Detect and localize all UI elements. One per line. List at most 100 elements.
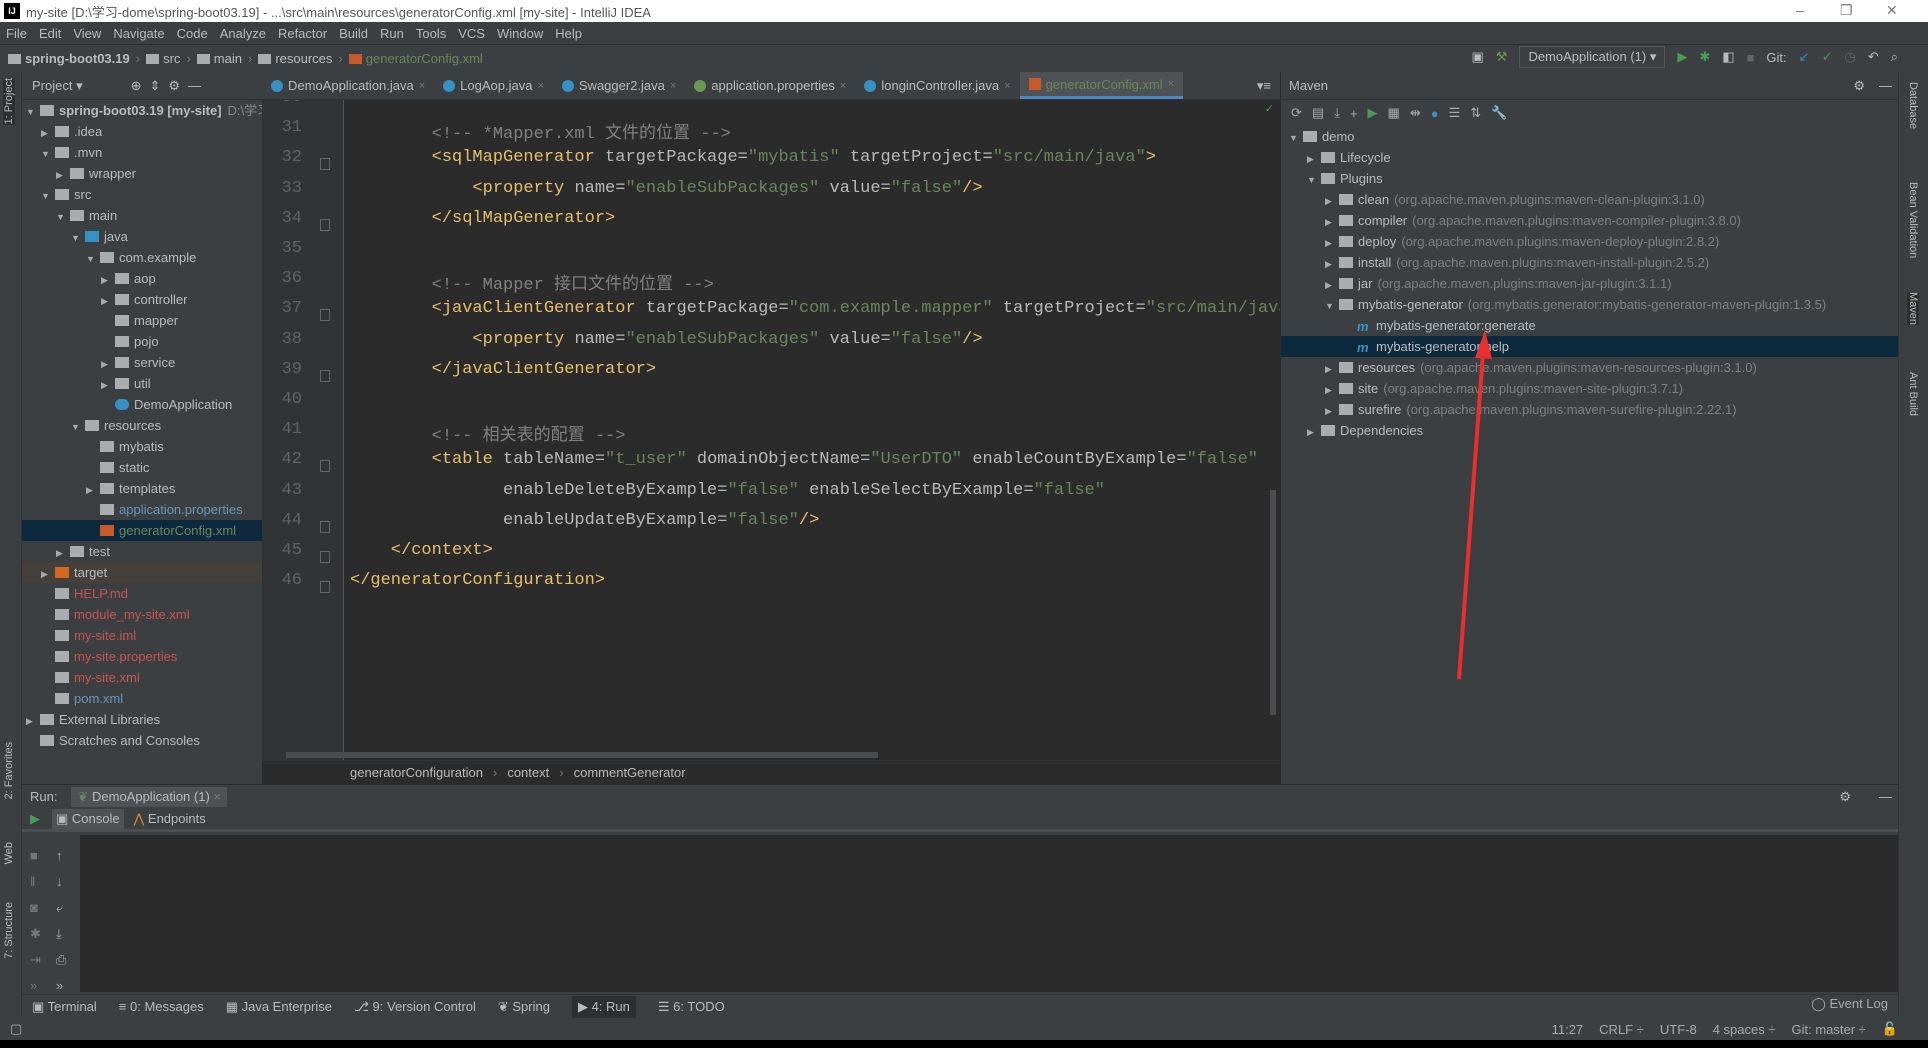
chevron-right-icon[interactable]: ▶ xyxy=(1307,149,1321,170)
tree-item[interactable]: HELP.md xyxy=(22,583,262,604)
minimize-button[interactable]: – xyxy=(1796,2,1804,18)
fold-marker-icon[interactable] xyxy=(320,551,330,563)
download-icon[interactable]: ⤓ xyxy=(1334,105,1340,121)
bottom-tab-4-run[interactable]: ▶ 4: Run xyxy=(571,995,636,1018)
pause-icon[interactable]: ‖ xyxy=(30,869,41,895)
hide-icon[interactable]: — xyxy=(188,78,201,93)
project-view-dropdown[interactable]: Project ▾ xyxy=(32,78,83,94)
git-commit-icon[interactable]: ✓ xyxy=(1822,49,1833,65)
chevron-down-icon[interactable]: ▼ xyxy=(1289,128,1303,149)
build-hammer-icon[interactable]: ⚒ xyxy=(1496,49,1508,65)
tree-item[interactable]: ▶ External Libraries xyxy=(22,709,262,730)
chevron-right-icon[interactable]: ▶ xyxy=(1325,401,1339,422)
generate-sources-icon[interactable]: ▤ xyxy=(1312,105,1324,121)
bottom-tab-6-todo[interactable]: ☰ 6: TODO xyxy=(658,999,725,1015)
chevron-right-icon[interactable]: ▶ xyxy=(1325,233,1339,254)
bottom-tab-spring[interactable]: ❦ Spring xyxy=(498,999,550,1015)
chevron-down-icon[interactable]: ▼ xyxy=(71,417,85,438)
chevron-down-icon[interactable]: ▼ xyxy=(86,249,100,270)
scroll-to-end-icon[interactable]: ⤓ xyxy=(56,921,66,947)
close-tab-icon[interactable]: × xyxy=(1004,80,1010,92)
chevron-right-icon[interactable]: ▶ xyxy=(1325,380,1339,401)
maven-item[interactable]: ▶ clean (org.apache.maven.plugins:maven-cl… xyxy=(1281,189,1898,210)
chevron-right-icon[interactable]: ▶ xyxy=(1325,212,1339,233)
console-tab[interactable]: ▣ Console xyxy=(52,808,124,829)
chevron-right-icon[interactable]: ▶ xyxy=(1325,191,1339,212)
maven-item[interactable]: ▶ Dependencies xyxy=(1281,420,1898,441)
git-history-icon[interactable]: ◷ xyxy=(1844,49,1855,65)
chevron-down-icon[interactable]: ▼ xyxy=(1325,296,1339,317)
close-button[interactable]: ✕ xyxy=(1886,2,1898,19)
tree-item[interactable]: ▼ com.example xyxy=(22,247,262,268)
debug-icon[interactable]: ✱ xyxy=(1699,49,1710,65)
tree-item[interactable]: pom.xml xyxy=(22,688,262,709)
line-separator[interactable]: CRLF ÷ xyxy=(1599,1022,1644,1037)
settings-wrench-icon[interactable]: 🔧 xyxy=(1491,105,1507,121)
gear-icon[interactable]: ⚙ xyxy=(1839,789,1851,805)
maven-item[interactable]: ▶ jar (org.apache.maven.plugins:maven-jar-… xyxy=(1281,273,1898,294)
git-branch[interactable]: Git: master ÷ xyxy=(1792,1022,1866,1037)
close-tab-icon[interactable]: × xyxy=(419,80,425,92)
bean-validation-tool-button[interactable]: Bean Validation xyxy=(1907,182,1919,258)
editor-horizontal-scrollbar[interactable] xyxy=(286,752,878,758)
run-tab[interactable]: ❦ DemoApplication (1) × xyxy=(71,786,227,807)
run-goal-icon[interactable]: ▶ xyxy=(1368,105,1378,121)
tree-item[interactable]: ▼ java xyxy=(22,226,262,247)
settings-icon[interactable]: ✱ xyxy=(30,921,41,947)
chevron-right-icon[interactable]: ▶ xyxy=(101,291,115,312)
rerun-icon[interactable]: ▶ xyxy=(30,811,40,827)
menu-refactor[interactable]: Refactor xyxy=(278,26,327,41)
hide-icon[interactable]: — xyxy=(1879,78,1892,93)
chevron-right-icon[interactable]: ▶ xyxy=(1325,275,1339,296)
tree-item[interactable]: ▶ aop xyxy=(22,268,262,289)
maven-item[interactable]: ▶ compiler (org.apache.maven.plugins:maven… xyxy=(1281,210,1898,231)
ant-build-tool-button[interactable]: Ant Build xyxy=(1907,372,1919,416)
tree-item[interactable]: mapper xyxy=(22,310,262,331)
web-tool-button[interactable]: Web xyxy=(3,842,15,864)
fold-marker-icon[interactable] xyxy=(320,309,330,322)
tree-item[interactable]: ▶ controller xyxy=(22,289,262,310)
fold-marker-icon[interactable] xyxy=(320,581,330,594)
maven-item[interactable]: ▼ mybatis-generator (org.mybatis.generator… xyxy=(1281,294,1898,315)
tree-item[interactable]: ▶ service xyxy=(22,352,262,373)
tree-item[interactable]: static xyxy=(22,457,262,478)
maven-item[interactable]: ▼ demo xyxy=(1281,126,1898,147)
maven-item[interactable]: ▶ surefire (org.apache.maven.plugins:maven… xyxy=(1281,399,1898,420)
git-update-icon[interactable]: ↙ xyxy=(1799,49,1810,65)
tab-logaop-java[interactable]: LogAop.java × xyxy=(434,72,553,99)
tree-item[interactable]: ▼ main xyxy=(22,205,262,226)
tree-item[interactable]: ▶ target xyxy=(22,562,262,583)
tree-item[interactable]: ▼ spring-boot03.19 [my-site] D:\学习 xyxy=(22,100,262,121)
menu-help[interactable]: Help xyxy=(555,26,582,41)
tree-item[interactable]: my-site.xml xyxy=(22,667,262,688)
close-tab-icon[interactable]: × xyxy=(1168,78,1174,90)
menu-run[interactable]: Run xyxy=(380,26,404,41)
fold-marker-icon[interactable] xyxy=(320,520,330,533)
menu-file[interactable]: File xyxy=(6,26,27,41)
search-icon[interactable]: ⌕ xyxy=(1891,49,1898,65)
menu-navigate[interactable]: Navigate xyxy=(113,26,164,41)
tree-item[interactable]: ▶ wrapper xyxy=(22,163,262,184)
maven-item[interactable]: ▶ resources (org.apache.maven.plugins:mave… xyxy=(1281,357,1898,378)
collapse-all-icon[interactable]: ⇕ xyxy=(150,78,161,94)
gear-icon[interactable]: ⚙ xyxy=(168,78,180,94)
soft-wrap-icon[interactable]: ⤶ xyxy=(56,895,66,921)
tree-item[interactable]: generatorConfig.xml xyxy=(22,520,262,541)
tree-item[interactable]: ▶ .idea xyxy=(22,121,262,142)
up-icon[interactable]: ↑ xyxy=(56,843,66,869)
chevron-right-icon[interactable]: ▶ xyxy=(26,711,40,732)
close-tab-icon[interactable]: × xyxy=(840,80,846,92)
down-icon[interactable]: ↓ xyxy=(56,869,66,895)
skip-tests-icon[interactable]: ● xyxy=(1431,106,1439,121)
maven-item[interactable]: ▶ site (org.apache.maven.plugins:maven-sit… xyxy=(1281,378,1898,399)
chevron-right-icon[interactable]: ▶ xyxy=(101,375,115,396)
add-icon[interactable]: + xyxy=(1350,106,1358,121)
reload-icon[interactable]: ⟳ xyxy=(1291,105,1302,121)
hide-icon[interactable]: — xyxy=(1879,789,1892,804)
database-tool-button[interactable]: Database xyxy=(1907,82,1919,129)
tab-overflow-icon[interactable]: ▾≡ xyxy=(1248,72,1280,99)
menu-analyze[interactable]: Analyze xyxy=(220,26,266,41)
tab-demoapplication-java[interactable]: DemoApplication.java × xyxy=(262,72,434,99)
tab-application-properties[interactable]: application.properties × xyxy=(685,72,855,99)
favorites-tool-button[interactable]: 2: Favorites xyxy=(3,742,15,799)
